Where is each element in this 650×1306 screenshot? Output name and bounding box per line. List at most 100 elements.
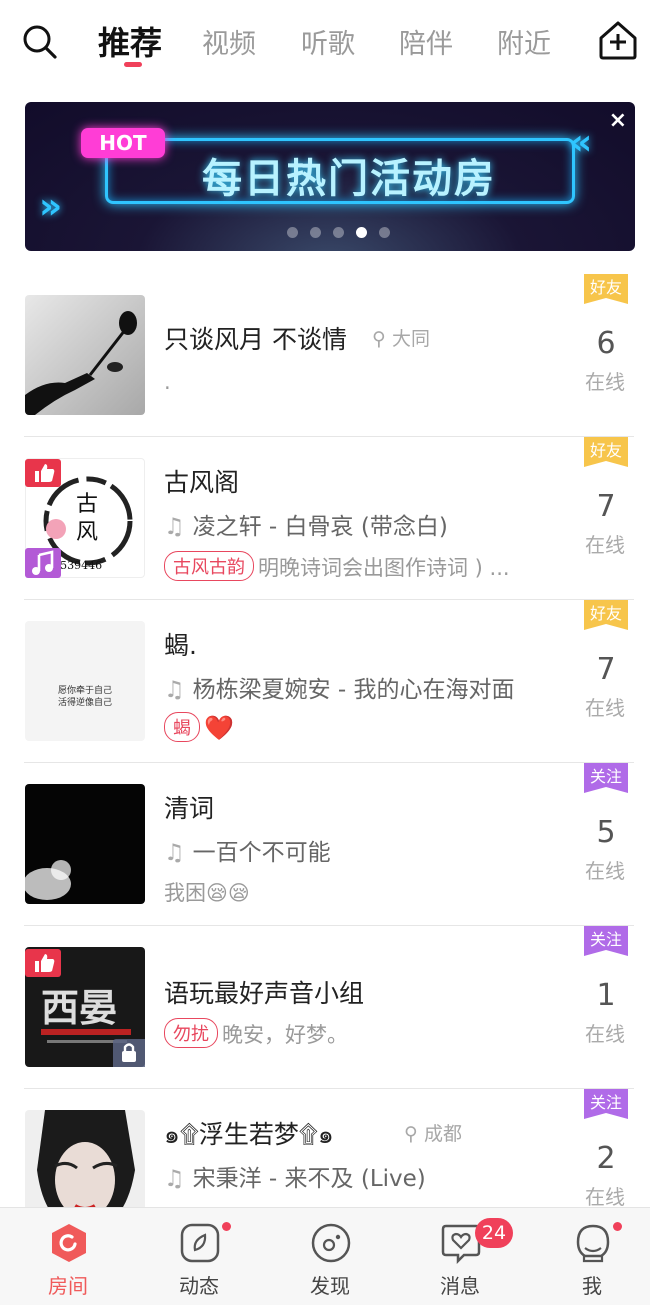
cover-text: 愿你牵于自己 活得逆像自己 <box>57 686 112 708</box>
location-pin-icon: ⚲ <box>404 1123 418 1145</box>
nav-label: 发现 <box>310 1274 350 1298</box>
room-list-item[interactable]: 只谈风月 不谈情 ⚲ 大同 . 好友 6 在线 <box>0 274 650 437</box>
online-count: 7 <box>596 652 616 687</box>
online-label: 在线 <box>585 859 625 883</box>
nav-label: 消息 <box>440 1274 480 1298</box>
follow-badge: 关注 <box>584 1089 628 1119</box>
nav-moments[interactable]: 动态 <box>154 1208 244 1306</box>
room-list-item[interactable]: 西晏 语玩最好声音小组 勿扰 晚安，好梦。 关注 1 在线 <box>0 926 650 1089</box>
page-dot <box>310 227 321 238</box>
nav-discover[interactable]: 发现 <box>285 1208 375 1306</box>
location-text: 大同 <box>391 328 430 350</box>
title-decoration: ۩๑ <box>298 1120 334 1149</box>
music-note-icon: ♫ <box>164 677 185 703</box>
nav-label: 我 <box>582 1274 602 1298</box>
online-label: 在线 <box>585 533 625 557</box>
bottom-navigation: 房间 动态 发现 24 消息 我 <box>0 1207 650 1305</box>
tab-recommend[interactable]: 推荐 <box>98 18 162 64</box>
room-description: 蝎 ❤️ <box>164 712 234 742</box>
music-note-icon <box>25 548 61 578</box>
room-list-item[interactable]: 古风 ID8539446 古风阁 ♫ 凌之轩 - 白骨哀 (带念白) 古风古韵 明晚… <box>0 437 650 600</box>
room-cover <box>25 784 145 904</box>
location-text: 成都 <box>423 1123 462 1145</box>
message-count-badge: 24 <box>475 1218 513 1248</box>
room-tag: 蝎 <box>164 712 200 742</box>
room-title: 语玩最好声音小组 <box>164 979 365 1008</box>
room-location: ⚲ 成都 <box>404 1119 462 1146</box>
room-song: ♫ 杨栋梁夏婉安 - 我的心在海对面 <box>164 670 515 704</box>
title-decoration: ๑۩ <box>164 1120 199 1149</box>
room-icon <box>48 1222 88 1264</box>
song-text: 凌之轩 - 白骨哀 (带念白) <box>192 514 448 540</box>
room-list-item[interactable]: 愿你牵于自己 活得逆像自己 蝎. ♫ 杨栋梁夏婉安 - 我的心在海对面 蝎 ❤️ 好… <box>0 600 650 763</box>
room-list-item[interactable]: 清词 ♫ 一百个不可能 我困😪😪 关注 5 在线 <box>0 763 650 926</box>
tab-nearby[interactable]: 附近 <box>497 22 551 61</box>
room-list-item[interactable]: ๑۩浮生若梦۩๑ ⚲ 成都 ♫ 宋秉洋 - 来不及 (Live) 关注 2 在线 <box>0 1089 650 1207</box>
like-icon <box>25 459 61 487</box>
follow-badge: 关注 <box>584 926 628 956</box>
discover-icon <box>310 1222 351 1264</box>
room-description: 我困😪😪 <box>164 881 250 905</box>
message-heart-icon <box>440 1222 481 1265</box>
room-description: 古风古韵 明晚诗词会出图作诗词 ) ... <box>164 551 510 582</box>
nav-label: 房间 <box>48 1274 88 1298</box>
svg-text:风: 风 <box>76 520 98 545</box>
page-dot <box>333 227 344 238</box>
page-dot <box>379 227 390 238</box>
nav-room[interactable]: 房间 <box>23 1208 113 1306</box>
room-title: ๑۩浮生若梦۩๑ <box>164 1115 334 1155</box>
banner-title: 每日热门活动房 <box>202 156 496 202</box>
title-text: 浮生若梦 <box>198 1120 299 1149</box>
close-icon[interactable]: × <box>609 108 627 133</box>
friend-badge: 好友 <box>584 274 628 304</box>
tab-video[interactable]: 视频 <box>202 22 256 61</box>
song-text: 杨栋梁夏婉安 - 我的心在海对面 <box>192 677 515 703</box>
search-icon[interactable] <box>20 22 60 62</box>
lock-icon <box>113 1039 145 1067</box>
home-plus-icon[interactable] <box>596 18 640 62</box>
top-tab-bar: 推荐 视频 听歌 陪伴 附近 <box>0 0 650 90</box>
room-song: ♫ 一百个不可能 <box>164 833 331 867</box>
desc-text: 晚安，好梦。 <box>222 1023 348 1047</box>
nav-messages[interactable]: 24 消息 <box>415 1208 513 1306</box>
music-note-icon: ♫ <box>164 840 185 866</box>
desc-text: 明晚诗词会出图作诗词 ) ... <box>258 556 510 580</box>
active-tab-indicator <box>124 62 142 67</box>
room-title: 只谈风月 不谈情 <box>164 325 347 354</box>
online-count: 2 <box>596 1141 616 1176</box>
online-count: 6 <box>596 326 616 361</box>
page-dot <box>287 227 298 238</box>
notification-dot <box>613 1222 622 1231</box>
music-note-icon: ♫ <box>164 1166 185 1192</box>
online-count: 7 <box>596 489 616 524</box>
room-description: 勿扰 晚安，好梦。 <box>164 1018 348 1049</box>
like-icon <box>25 949 61 977</box>
location-pin-icon: ⚲ <box>372 328 386 350</box>
song-text: 一百个不可能 <box>192 840 331 866</box>
room-cover <box>25 295 145 415</box>
online-count: 5 <box>596 815 616 850</box>
follow-badge: 关注 <box>584 763 628 793</box>
room-title: 清词 <box>164 794 215 823</box>
room-title: 蝎. <box>164 631 197 660</box>
chevron-left-icon: « <box>569 122 593 163</box>
svg-text:西晏: 西晏 <box>41 985 117 1030</box>
profile-icon <box>572 1222 612 1264</box>
room-title: 古风阁 <box>164 468 240 497</box>
page-dot-active <box>356 227 367 238</box>
online-label: 在线 <box>585 1185 625 1207</box>
online-label: 在线 <box>585 370 625 394</box>
friend-badge: 好友 <box>584 437 628 467</box>
nav-profile[interactable]: 我 <box>547 1208 637 1306</box>
room-tag: 古风古韵 <box>164 551 254 581</box>
nav-label: 动态 <box>179 1274 219 1298</box>
tab-music[interactable]: 听歌 <box>301 22 355 61</box>
heart-icon: ❤️ <box>204 714 234 742</box>
room-cover: 愿你牵于自己 活得逆像自己 <box>25 621 145 741</box>
music-note-icon: ♫ <box>164 514 185 540</box>
room-cover <box>25 1110 145 1207</box>
song-text: 宋秉洋 - 来不及 (Live) <box>192 1166 426 1192</box>
online-count: 1 <box>596 978 616 1013</box>
event-banner[interactable]: » « HOT 每日热门活动房 × <box>25 102 635 251</box>
tab-companion[interactable]: 陪伴 <box>399 22 453 61</box>
